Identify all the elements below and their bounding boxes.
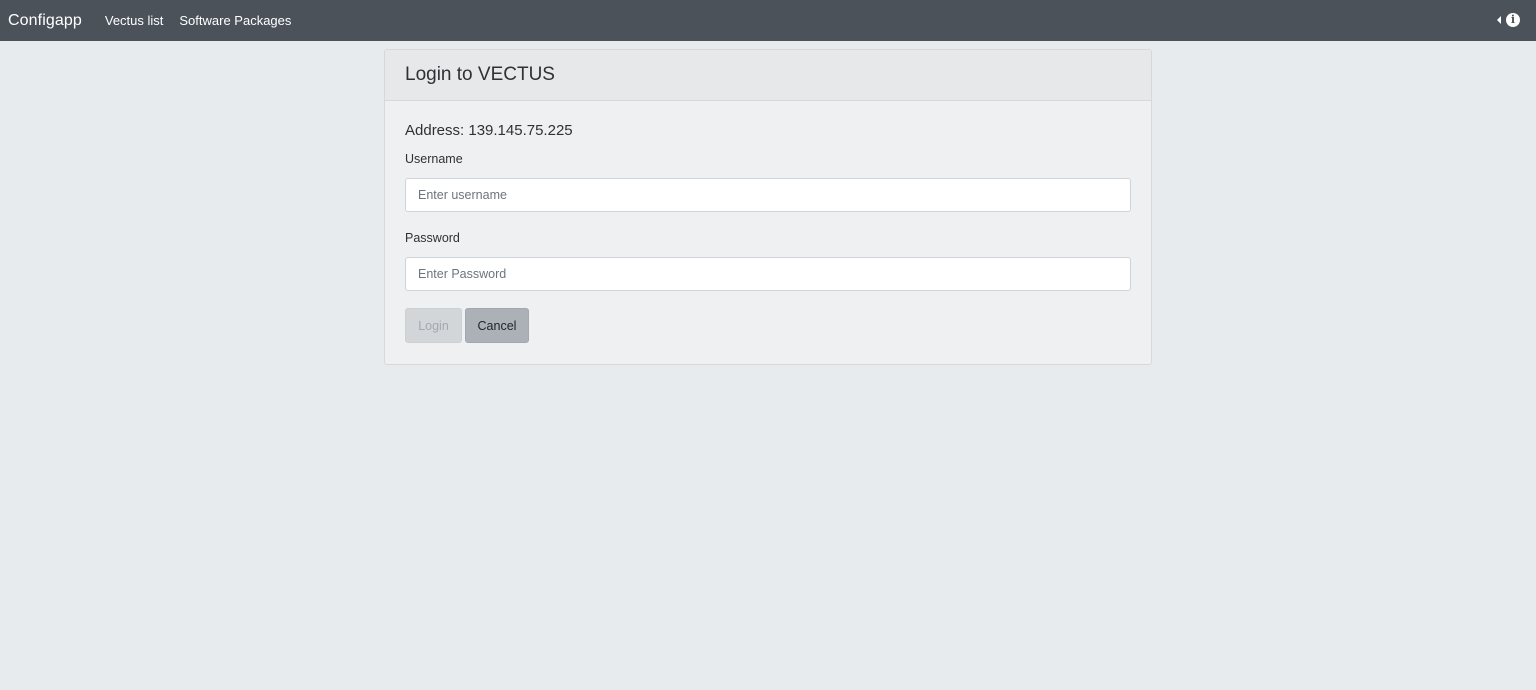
nav-link-software-packages[interactable]: Software Packages xyxy=(179,13,291,28)
username-input[interactable] xyxy=(405,178,1131,212)
info-toggle[interactable]: i xyxy=(1497,13,1520,27)
password-label: Password xyxy=(405,231,460,245)
top-navbar: Configapp Vectus list Software Packages … xyxy=(0,0,1536,41)
cancel-button[interactable]: Cancel xyxy=(465,308,529,343)
brand-link[interactable]: Configapp xyxy=(8,12,82,30)
address-text: Address: 139.145.75.225 xyxy=(405,122,573,139)
login-card: Login to VECTUS Address: 139.145.75.225 … xyxy=(384,49,1152,365)
card-header: Login to VECTUS xyxy=(385,50,1151,101)
login-button[interactable]: Login xyxy=(405,308,462,343)
caret-left-icon xyxy=(1497,16,1501,24)
username-label: Username xyxy=(405,152,463,166)
login-title: Login to VECTUS xyxy=(405,64,555,85)
password-input[interactable] xyxy=(405,257,1131,291)
nav-link-vectus-list[interactable]: Vectus list xyxy=(105,13,164,28)
info-icon: i xyxy=(1506,13,1520,27)
